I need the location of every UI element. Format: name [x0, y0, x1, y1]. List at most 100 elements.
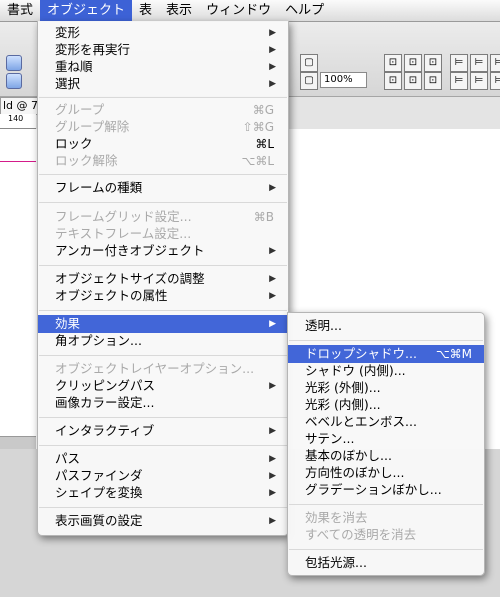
menu-separator	[39, 445, 287, 446]
menu-item-frame-grid-options[interactable]: フレームグリッド設定... ⌘B	[38, 208, 288, 226]
menu-item-shortcut: ⌘B	[253, 210, 274, 224]
menu-item-label: フレームグリッド設定...	[55, 209, 192, 224]
stepper-icon[interactable]	[6, 55, 22, 71]
constrain-icon[interactable]: ▢	[300, 54, 318, 72]
submenu-item-satin[interactable]: サテン...	[288, 430, 484, 448]
menu-separator	[39, 417, 287, 418]
submenu-arrow-icon: ▶	[269, 246, 276, 256]
submenu-arrow-icon: ▶	[269, 516, 276, 526]
scrollbar[interactable]	[0, 436, 36, 449]
menu-item-label: 効果	[55, 316, 81, 331]
menu-item-interactive[interactable]: インタラクティブ ▶	[38, 422, 288, 440]
submenu-item-drop-shadow[interactable]: ドロップシャドウ... ⌥⌘M	[288, 345, 484, 363]
submenu-item-transparency[interactable]: 透明...	[288, 317, 484, 335]
menu-item-pathfinder[interactable]: パスファインダ ▶	[38, 467, 288, 485]
menu-item-label: パス	[55, 451, 81, 466]
menu-separator	[39, 265, 287, 266]
menu-item-select[interactable]: 選択 ▶	[38, 75, 288, 93]
align-icon[interactable]: ⊨	[450, 72, 468, 90]
menu-window[interactable]: ウィンドウ	[199, 0, 278, 21]
submenu-item-label: 基本のぼかし...	[305, 448, 392, 463]
menu-item-label: アンカー付きオブジェクト	[55, 243, 205, 258]
menu-item-paths[interactable]: パス ▶	[38, 450, 288, 468]
fit-icon[interactable]: ⊡	[384, 72, 402, 90]
menu-item-frame-type[interactable]: フレームの種類 ▶	[38, 179, 288, 197]
menu-item-label: 画像カラー設定...	[55, 395, 155, 410]
menu-item-ungroup[interactable]: グループ解除 ⇧⌘G	[38, 118, 288, 136]
menu-item-shortcut: ⇧⌘G	[242, 120, 274, 134]
submenu-item-label: ベベルとエンボス...	[305, 414, 417, 429]
menu-view[interactable]: 表示	[159, 0, 199, 21]
menu-separator	[39, 202, 287, 203]
submenu-item-inner-glow[interactable]: 光彩 (内側)...	[288, 396, 484, 414]
menu-separator	[39, 507, 287, 508]
menu-item-label: パスファインダ	[55, 468, 143, 483]
scale-icon[interactable]: ▢	[300, 72, 318, 90]
submenu-item-directional-feather[interactable]: 方向性のぼかし...	[288, 464, 484, 482]
menu-item-label: グループ解除	[55, 119, 130, 134]
document-tab[interactable]: ld @ 7	[0, 97, 40, 115]
submenu-item-clear-all-transparency[interactable]: すべての透明を消去	[288, 526, 484, 544]
menu-table[interactable]: 表	[132, 0, 159, 21]
fit-icon[interactable]: ⊡	[424, 54, 442, 72]
menu-separator	[289, 504, 483, 505]
fit-icon[interactable]: ⊡	[384, 54, 402, 72]
menu-item-convert-shape[interactable]: シェイプを変換 ▶	[38, 484, 288, 502]
submenu-item-label: 効果を消去	[305, 510, 368, 525]
menu-item-object-attributes[interactable]: オブジェクトの属性 ▶	[38, 287, 288, 305]
menu-item-effects[interactable]: 効果 ▶	[38, 315, 288, 333]
align-icon[interactable]: ⊨	[470, 72, 488, 90]
zoom-field[interactable]: 100%	[320, 72, 367, 88]
menu-item-unlock[interactable]: ロック解除 ⌥⌘L	[38, 152, 288, 170]
menu-separator	[39, 310, 287, 311]
menu-item-label: 表示画質の設定	[55, 513, 143, 528]
submenu-item-shortcut: ⌥⌘M	[435, 347, 472, 361]
submenu-item-basic-feather[interactable]: 基本のぼかし...	[288, 447, 484, 465]
submenu-item-bevel-emboss[interactable]: ベベルとエンボス...	[288, 413, 484, 431]
stepper-icon[interactable]	[6, 73, 22, 89]
submenu-item-clear-effects[interactable]: 効果を消去	[288, 509, 484, 527]
menu-separator	[39, 355, 287, 356]
menu-item-fitting[interactable]: オブジェクトサイズの調整 ▶	[38, 270, 288, 288]
menu-item-label: ロック	[55, 136, 93, 151]
submenu-arrow-icon: ▶	[269, 488, 276, 498]
align-icon[interactable]: ⊨	[450, 54, 468, 72]
menu-item-label: シェイプを変換	[55, 485, 143, 500]
menu-item-clipping-path[interactable]: クリッピングパス ▶	[38, 377, 288, 395]
menu-item-label: フレームの種類	[55, 180, 143, 195]
menu-item-label: ロック解除	[55, 153, 118, 168]
submenu-item-inner-shadow[interactable]: シャドウ (内側)...	[288, 362, 484, 380]
submenu-arrow-icon: ▶	[269, 183, 276, 193]
menu-item-object-layer-options[interactable]: オブジェクトレイヤーオプション...	[38, 360, 288, 378]
menu-item-anchored-object[interactable]: アンカー付きオブジェクト ▶	[38, 242, 288, 260]
menu-item-group[interactable]: グループ ⌘G	[38, 101, 288, 119]
align-icon[interactable]: ⊨	[490, 54, 500, 72]
menu-separator	[39, 174, 287, 175]
menu-item-corner-options[interactable]: 角オプション...	[38, 332, 288, 350]
submenu-item-global-light[interactable]: 包括光源...	[288, 554, 484, 572]
menu-help[interactable]: ヘルプ	[278, 0, 331, 21]
menu-item-image-color-settings[interactable]: 画像カラー設定...	[38, 394, 288, 412]
menu-item-shortcut: ⌥⌘L	[241, 154, 274, 168]
fit-icon[interactable]: ⊡	[404, 72, 422, 90]
menu-item-transform-again[interactable]: 変形を再実行 ▶	[38, 41, 288, 59]
menu-item-transform[interactable]: 変形 ▶	[38, 24, 288, 42]
menu-item-lock[interactable]: ロック ⌘L	[38, 135, 288, 153]
fit-icon[interactable]: ⊡	[424, 72, 442, 90]
menu-item-text-frame-options[interactable]: テキストフレーム設定...	[38, 225, 288, 243]
submenu-item-label: すべての透明を消去	[305, 527, 417, 542]
menu-separator	[289, 340, 483, 341]
fit-icon[interactable]: ⊡	[404, 54, 422, 72]
menu-format[interactable]: 書式	[0, 0, 40, 21]
menu-object[interactable]: オブジェクト	[40, 0, 133, 21]
menu-item-label: 選択	[55, 76, 81, 91]
align-icon[interactable]: ⊨	[470, 54, 488, 72]
submenu-arrow-icon: ▶	[269, 62, 276, 72]
submenu-item-gradient-feather[interactable]: グラデーションぼかし...	[288, 481, 484, 499]
menu-item-arrange[interactable]: 重ね順 ▶	[38, 58, 288, 76]
submenu-item-outer-glow[interactable]: 光彩 (外側)...	[288, 379, 484, 397]
align-icon[interactable]: ⊨	[490, 72, 500, 90]
menu-item-display-performance[interactable]: 表示画質の設定 ▶	[38, 512, 288, 530]
submenu-item-label: グラデーションぼかし...	[305, 482, 442, 497]
submenu-item-label: 透明...	[305, 318, 342, 333]
